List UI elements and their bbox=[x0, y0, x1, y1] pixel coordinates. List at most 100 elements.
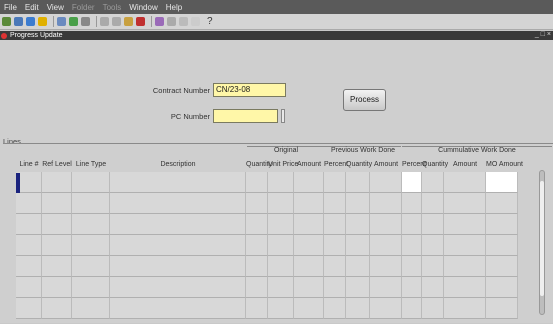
table-row[interactable] bbox=[16, 277, 551, 298]
cell-prev-amount[interactable] bbox=[370, 235, 402, 256]
menu-view[interactable]: View bbox=[47, 3, 64, 12]
cell-mo-amount[interactable] bbox=[486, 298, 518, 319]
folder-tools-icon[interactable] bbox=[167, 17, 176, 26]
scrollbar-thumb[interactable] bbox=[540, 181, 544, 296]
cell-prev-percent[interactable] bbox=[324, 277, 346, 298]
cell-prev-percent[interactable] bbox=[324, 298, 346, 319]
cell-cum-percent[interactable] bbox=[402, 214, 422, 235]
cell-cum-amount[interactable] bbox=[444, 256, 486, 277]
cell-ref-level[interactable] bbox=[42, 235, 72, 256]
cell-description[interactable] bbox=[110, 256, 246, 277]
menu-file[interactable]: File bbox=[4, 3, 17, 12]
cell-cum-amount[interactable] bbox=[444, 235, 486, 256]
contract-number-field[interactable]: CN/23-08 bbox=[213, 83, 286, 97]
cell-line[interactable] bbox=[16, 235, 42, 256]
menu-window[interactable]: Window bbox=[129, 3, 157, 12]
cell-unit-price[interactable] bbox=[268, 256, 294, 277]
cell-line-type[interactable] bbox=[72, 193, 110, 214]
copy-icon[interactable] bbox=[112, 17, 121, 26]
cell-description[interactable] bbox=[110, 172, 246, 193]
cell-ref-level[interactable] bbox=[42, 298, 72, 319]
cell-prev-quantity[interactable] bbox=[346, 298, 370, 319]
cell-unit-price[interactable] bbox=[268, 277, 294, 298]
cell-description[interactable] bbox=[110, 235, 246, 256]
cell-amount[interactable] bbox=[294, 277, 324, 298]
cell-prev-amount[interactable] bbox=[370, 172, 402, 193]
cell-amount[interactable] bbox=[294, 235, 324, 256]
cell-unit-price[interactable] bbox=[268, 193, 294, 214]
cell-mo-amount[interactable] bbox=[486, 214, 518, 235]
cell-description[interactable] bbox=[110, 277, 246, 298]
cell-quantity[interactable] bbox=[246, 298, 268, 319]
paste-icon[interactable] bbox=[124, 17, 133, 26]
new-icon[interactable] bbox=[2, 17, 11, 26]
cell-amount[interactable] bbox=[294, 298, 324, 319]
cell-quantity[interactable] bbox=[246, 235, 268, 256]
save-icon[interactable] bbox=[26, 17, 35, 26]
cell-line-type[interactable] bbox=[72, 277, 110, 298]
cell-mo-amount[interactable] bbox=[486, 277, 518, 298]
cell-prev-percent[interactable] bbox=[324, 256, 346, 277]
table-row[interactable] bbox=[16, 214, 551, 235]
menu-help[interactable]: Help bbox=[166, 3, 182, 12]
cell-amount[interactable] bbox=[294, 214, 324, 235]
menu-folder[interactable]: Folder bbox=[72, 3, 95, 12]
cell-cum-quantity[interactable] bbox=[422, 214, 444, 235]
cell-quantity[interactable] bbox=[246, 256, 268, 277]
cell-quantity[interactable] bbox=[246, 172, 268, 193]
cell-line-type[interactable] bbox=[72, 235, 110, 256]
cell-ref-level[interactable] bbox=[42, 193, 72, 214]
process-button[interactable]: Process bbox=[343, 89, 386, 111]
cell-cum-amount[interactable] bbox=[444, 277, 486, 298]
cell-description[interactable] bbox=[110, 214, 246, 235]
cell-mo-amount[interactable] bbox=[486, 172, 518, 193]
cell-ref-level[interactable] bbox=[42, 277, 72, 298]
print-icon[interactable] bbox=[57, 17, 66, 26]
cell-cum-percent[interactable] bbox=[402, 172, 422, 193]
cell-cum-percent[interactable] bbox=[402, 235, 422, 256]
cell-line[interactable] bbox=[16, 193, 42, 214]
cell-line[interactable] bbox=[16, 298, 42, 319]
menu-edit[interactable]: Edit bbox=[25, 3, 39, 12]
cell-line[interactable] bbox=[16, 256, 42, 277]
open-icon[interactable] bbox=[14, 17, 23, 26]
cut-icon[interactable] bbox=[100, 17, 109, 26]
cell-mo-amount[interactable] bbox=[486, 235, 518, 256]
cell-prev-amount[interactable] bbox=[370, 256, 402, 277]
cell-line-type[interactable] bbox=[72, 172, 110, 193]
cell-description[interactable] bbox=[110, 298, 246, 319]
cell-unit-price[interactable] bbox=[268, 172, 294, 193]
cell-quantity[interactable] bbox=[246, 277, 268, 298]
cell-line[interactable] bbox=[16, 277, 42, 298]
cell-cum-quantity[interactable] bbox=[422, 235, 444, 256]
cell-prev-amount[interactable] bbox=[370, 193, 402, 214]
cell-prev-quantity[interactable] bbox=[346, 277, 370, 298]
cell-mo-amount[interactable] bbox=[486, 193, 518, 214]
clear-icon[interactable] bbox=[136, 17, 145, 26]
cell-line-type[interactable] bbox=[72, 256, 110, 277]
lov-button[interactable] bbox=[281, 109, 285, 123]
cell-cum-quantity[interactable] bbox=[422, 172, 444, 193]
table-row[interactable] bbox=[16, 172, 551, 193]
cell-prev-quantity[interactable] bbox=[346, 214, 370, 235]
cell-amount[interactable] bbox=[294, 172, 324, 193]
cell-prev-percent[interactable] bbox=[324, 214, 346, 235]
cell-unit-price[interactable] bbox=[268, 298, 294, 319]
cell-ref-level[interactable] bbox=[42, 214, 72, 235]
cell-prev-amount[interactable] bbox=[370, 214, 402, 235]
table-row[interactable] bbox=[16, 193, 551, 214]
cell-prev-quantity[interactable] bbox=[346, 193, 370, 214]
cell-line-type[interactable] bbox=[72, 214, 110, 235]
cell-unit-price[interactable] bbox=[268, 214, 294, 235]
cell-cum-percent[interactable] bbox=[402, 256, 422, 277]
attachments-icon[interactable] bbox=[155, 17, 164, 26]
cell-prev-quantity[interactable] bbox=[346, 172, 370, 193]
cell-cum-quantity[interactable] bbox=[422, 256, 444, 277]
vertical-scrollbar[interactable] bbox=[539, 170, 545, 315]
cell-ref-level[interactable] bbox=[42, 172, 72, 193]
cell-prev-amount[interactable] bbox=[370, 298, 402, 319]
cell-prev-quantity[interactable] bbox=[346, 235, 370, 256]
zoom-icon[interactable] bbox=[69, 17, 78, 26]
cell-quantity[interactable] bbox=[246, 193, 268, 214]
cell-cum-percent[interactable] bbox=[402, 193, 422, 214]
